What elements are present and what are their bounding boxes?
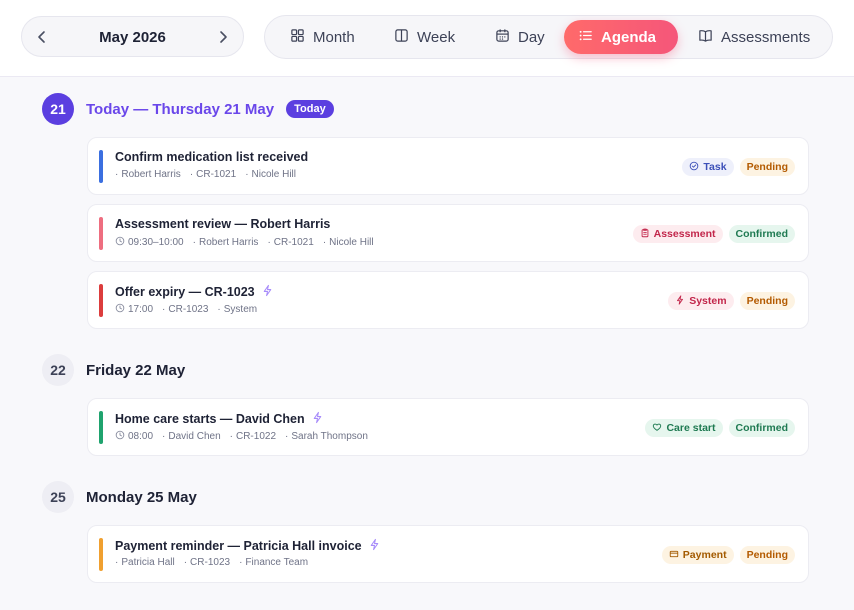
clock-icon [115,430,125,443]
event-meta: · Robert Harris · CR-1021 · Nicole Hill [115,169,296,180]
month-navigator: May 2026 [21,16,244,57]
type-badge-care-start: Care start [645,419,723,437]
automation-lightning-icon [261,284,274,300]
list-icon [578,28,593,47]
clipboard-icon [640,228,650,241]
day-title: Friday 22 May [86,361,186,379]
event-card[interactable]: Assessment review — Robert Harris 09:30–… [87,204,809,262]
month-label: May 2026 [99,29,166,46]
day-header: 22 Friday 22 May [42,354,185,386]
event-title: Offer expiry — CR-1023 [115,284,274,300]
day-header: 21 Today — Thursday 21 May Today [42,93,334,125]
event-card[interactable]: Confirm medication list received · Rober… [87,137,809,195]
card-icon [669,549,679,562]
status-badge: Confirmed [728,225,795,243]
event-accent-bar [99,538,103,571]
status-badge: Pending [739,546,795,564]
tab-label: Day [518,28,545,46]
event-accent-bar [99,217,103,250]
status-badge: Confirmed [728,419,795,437]
tab-assessments[interactable]: Assessments [684,20,824,54]
chevron-right-icon[interactable] [215,29,231,45]
day-number: 22 [42,354,74,386]
tab-label: Assessments [721,28,811,46]
type-badge-assessment: Assessment [632,225,723,243]
type-badge-system: System [668,292,734,310]
day-number: 25 [42,481,74,513]
day-header: 25 Monday 25 May [42,481,197,513]
tab-label: Agenda [601,28,657,46]
event-title: Payment reminder — Patricia Hall invoice [115,538,381,554]
tab-label: Month [313,28,355,46]
event-meta: 08:00 · David Chen · CR-1022 · Sarah Tho… [115,430,377,443]
view-switcher: Month Week Day Agenda Assessments [264,15,833,59]
event-title: Assessment review — Robert Harris [115,217,331,231]
tab-month[interactable]: Month [276,20,369,54]
event-meta: 17:00 · CR-1023 · System [115,303,266,316]
automation-lightning-icon [368,538,381,554]
automation-lightning-icon [311,411,324,427]
clock-icon [115,236,125,249]
event-card[interactable]: Offer expiry — CR-1023 17:00 · CR-1023 ·… [87,271,809,329]
status-badge: Pending [739,158,795,176]
calendar-toolbar: May 2026 Month Week Day Agenda Assessmen… [0,0,854,77]
event-title: Home care starts — David Chen [115,411,324,427]
event-card[interactable]: Home care starts — David Chen 08:00 · Da… [87,398,809,456]
type-badge-payment: Payment [661,546,734,564]
event-title: Confirm medication list received [115,150,309,164]
day-title: Today — Thursday 21 May [86,100,275,118]
clock-icon [115,303,125,316]
columns-icon [394,28,409,47]
event-accent-bar [99,150,103,183]
tab-day[interactable]: Day [481,20,559,54]
tab-label: Week [417,28,456,46]
tab-week[interactable]: Week [380,20,469,54]
today-badge: Today [286,100,334,118]
book-icon [698,28,713,47]
status-badge: Pending [739,292,795,310]
event-meta: 09:30–10:00 · Robert Harris · CR-1021 · … [115,236,383,249]
check-circle-icon [689,161,699,174]
lightning-icon [675,294,685,308]
type-badge-task: Task [682,158,734,176]
day-number: 21 [42,93,74,125]
heart-icon [652,422,662,435]
grid-icon [290,28,305,47]
day-title: Monday 25 May [86,488,197,506]
event-card[interactable]: Payment reminder — Patricia Hall invoice… [87,525,809,583]
event-accent-bar [99,284,103,317]
event-accent-bar [99,411,103,444]
tab-agenda[interactable]: Agenda [564,20,678,54]
event-meta: · Patricia Hall · CR-1023 · Finance Team [115,557,309,568]
calendar-icon [495,28,510,47]
